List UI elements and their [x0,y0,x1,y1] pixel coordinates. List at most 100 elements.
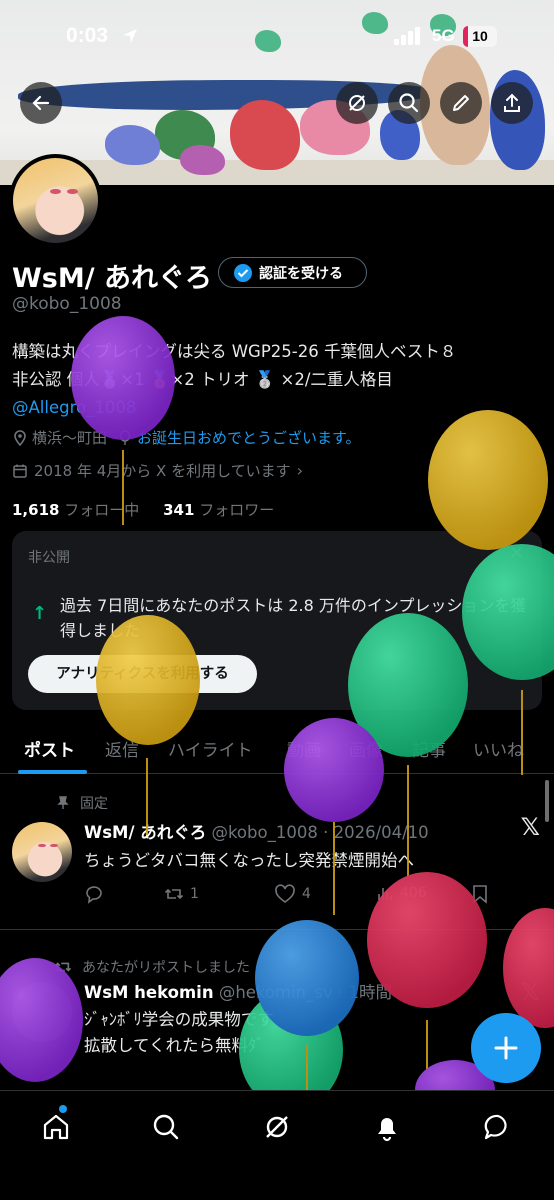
chevron-right-icon: › [296,461,304,480]
like-button[interactable]: 4 [274,884,311,904]
profile-meta: 横浜〜町田 お誕生日おめでとうございます。 [12,427,361,448]
post-avatar[interactable] [12,822,72,882]
post-text: ｼﾞｬﾝﾎﾞﾘ学会の成果物です 拡散してくれたら無料ﾀﾞ [84,1007,274,1059]
profile-location: 横浜〜町田 [32,429,108,447]
repost-icon [54,962,72,972]
post-author[interactable]: WsM hekomin [84,983,214,1002]
heart-icon [275,884,295,903]
nav-messages[interactable] [482,1111,514,1143]
repost-button[interactable]: 1 [164,884,199,904]
post-context: あなたがリポストしました [54,957,250,977]
views-button[interactable]: 406 [376,884,427,902]
nav-search[interactable] [150,1111,182,1143]
location-arrow-icon [123,29,137,43]
scrollbar[interactable] [545,780,549,822]
compose-post-button[interactable] [471,1013,541,1083]
like-count: 4 [302,886,311,902]
plus-icon [494,1036,518,1060]
joined-date: 2018 年 4月から X を利用しています [34,462,291,480]
reposted-label: あなたがリポストしました [82,960,250,976]
views-icon [378,888,392,900]
notifications-icon [378,1118,396,1142]
bookmark-button[interactable] [472,884,488,904]
pin-icon [57,796,69,809]
share-button[interactable] [491,82,533,124]
banner-creature [230,100,300,170]
search-button[interactable] [388,82,430,124]
get-verified-button[interactable]: 認証を受ける [218,257,367,288]
back-arrow-icon [32,95,50,111]
tab-likes[interactable]: いいね [473,736,524,761]
nav-grok[interactable] [261,1111,293,1143]
profile-bio: 構築は丸くプレイングは尖る WGP25-26 千葉個人ベスト８ 非公認 個人🥈×… [12,338,542,422]
nav-home[interactable] [40,1111,72,1143]
tab-replies[interactable]: 返信 [105,736,139,761]
bio-mention-link[interactable]: @Allegro_1008 [12,394,542,422]
post-actions: 1 4 406 [84,884,494,906]
verified-badge-icon [234,263,252,282]
post-header: WsM hekomin @hekomin_sv · 1時間 [84,979,392,1003]
x-logo-icon: 𝕏 [520,813,540,841]
home-icon [43,1114,69,1140]
repost-icon [164,888,184,900]
repost-count: 1 [190,886,199,902]
close-icon[interactable]: ✕ [509,543,524,564]
grok-icon [266,1116,288,1138]
back-button[interactable] [20,82,62,124]
banner-creature [180,145,225,175]
banner-creature [105,125,160,165]
search-icon [399,93,419,113]
analytics-button[interactable]: アナリティクスを利用する [28,655,257,693]
post-handle-time: @kobo_1008 · 2026/04/10 [211,823,429,842]
x-logo-icon: 𝕏 [520,978,540,1006]
grok-icon [349,95,365,111]
balloon-icon [119,429,131,445]
post-text-line: 拡散してくれたら無料ﾀﾞ [84,1036,265,1055]
birthday-message[interactable]: お誕生日おめでとうございます。 [137,427,361,448]
tab-images[interactable]: 画像 [349,736,383,761]
tab-highlights[interactable]: ハイライト [168,736,253,761]
post-header: WsM/ あれぐろ @kobo_1008 · 2026/04/10 [84,819,429,843]
bio-line: 非公認 個人🥈×1 🥉×2 トリオ 🥈 ×2/二重人格目 [12,370,393,389]
share-icon [504,93,520,112]
edit-button[interactable] [440,82,482,124]
profile-avatar[interactable] [9,154,102,247]
post-avatar[interactable] [12,982,72,1042]
tab-articles[interactable]: 記事 [412,736,446,761]
calendar-icon [13,464,27,478]
private-label: 非公開 [28,550,70,566]
post-handle-time: @hekomin_sv · 1時間 [218,983,392,1002]
nav-notifications[interactable] [371,1111,403,1143]
reply-button[interactable] [84,884,104,904]
joined-date-row[interactable]: 2018 年 4月から X を利用しています › [12,460,303,481]
tab-posts[interactable]: ポスト [24,736,75,761]
pinned-label: 固定 [80,796,108,812]
location-icon [14,429,26,446]
profile-handle: @kobo_1008 [12,294,122,314]
active-tab-indicator [18,770,87,774]
signal-icon [394,27,422,45]
bookmark-icon [473,885,487,904]
post-text-line: ｼﾞｬﾝﾎﾞﾘ学会の成果物です [84,1010,274,1029]
status-time: 0:03 [66,24,109,47]
private-analytics-card: 非公開 ✕ ↑ 過去 7日間にあなたのポストは 2.8 万件のインプレッションを… [12,531,542,710]
post-author[interactable]: WsM/ あれぐろ [84,823,206,842]
profile-tabs: ポスト 返信 ハイライト 動画 画像 記事 いいね [0,722,554,774]
grok-button[interactable] [336,82,378,124]
following-link[interactable]: 1,618 フォロー中 [12,501,139,519]
bio-line: 構築は丸くプレイングは尖る WGP25-26 千葉個人ベスト８ [12,342,457,361]
pinned-post[interactable]: 固定 WsM/ あれぐろ @kobo_1008 · 2026/04/10 𝕏 ち… [0,790,554,930]
avatar-image [12,822,72,882]
messages-icon [484,1114,507,1140]
tab-videos[interactable]: 動画 [287,736,321,761]
avatar-image [13,158,98,243]
followers-link[interactable]: 341 フォロワー [163,501,274,519]
profile-name: WsM/ あれぐろ [12,263,212,294]
bottom-navigation [0,1090,554,1200]
post-context: 固定 [56,793,108,813]
network-type: 5G [432,26,455,45]
reposted-post[interactable]: あなたがリポストしました WsM hekomin @hekomin_sv · 1… [0,950,554,1090]
battery-indicator: 10 [463,26,497,47]
battery-level: 10 [472,28,488,44]
impressions-message: 過去 7日間にあなたのポストは 2.8 万件のインプレッションを獲得しました [60,596,527,640]
